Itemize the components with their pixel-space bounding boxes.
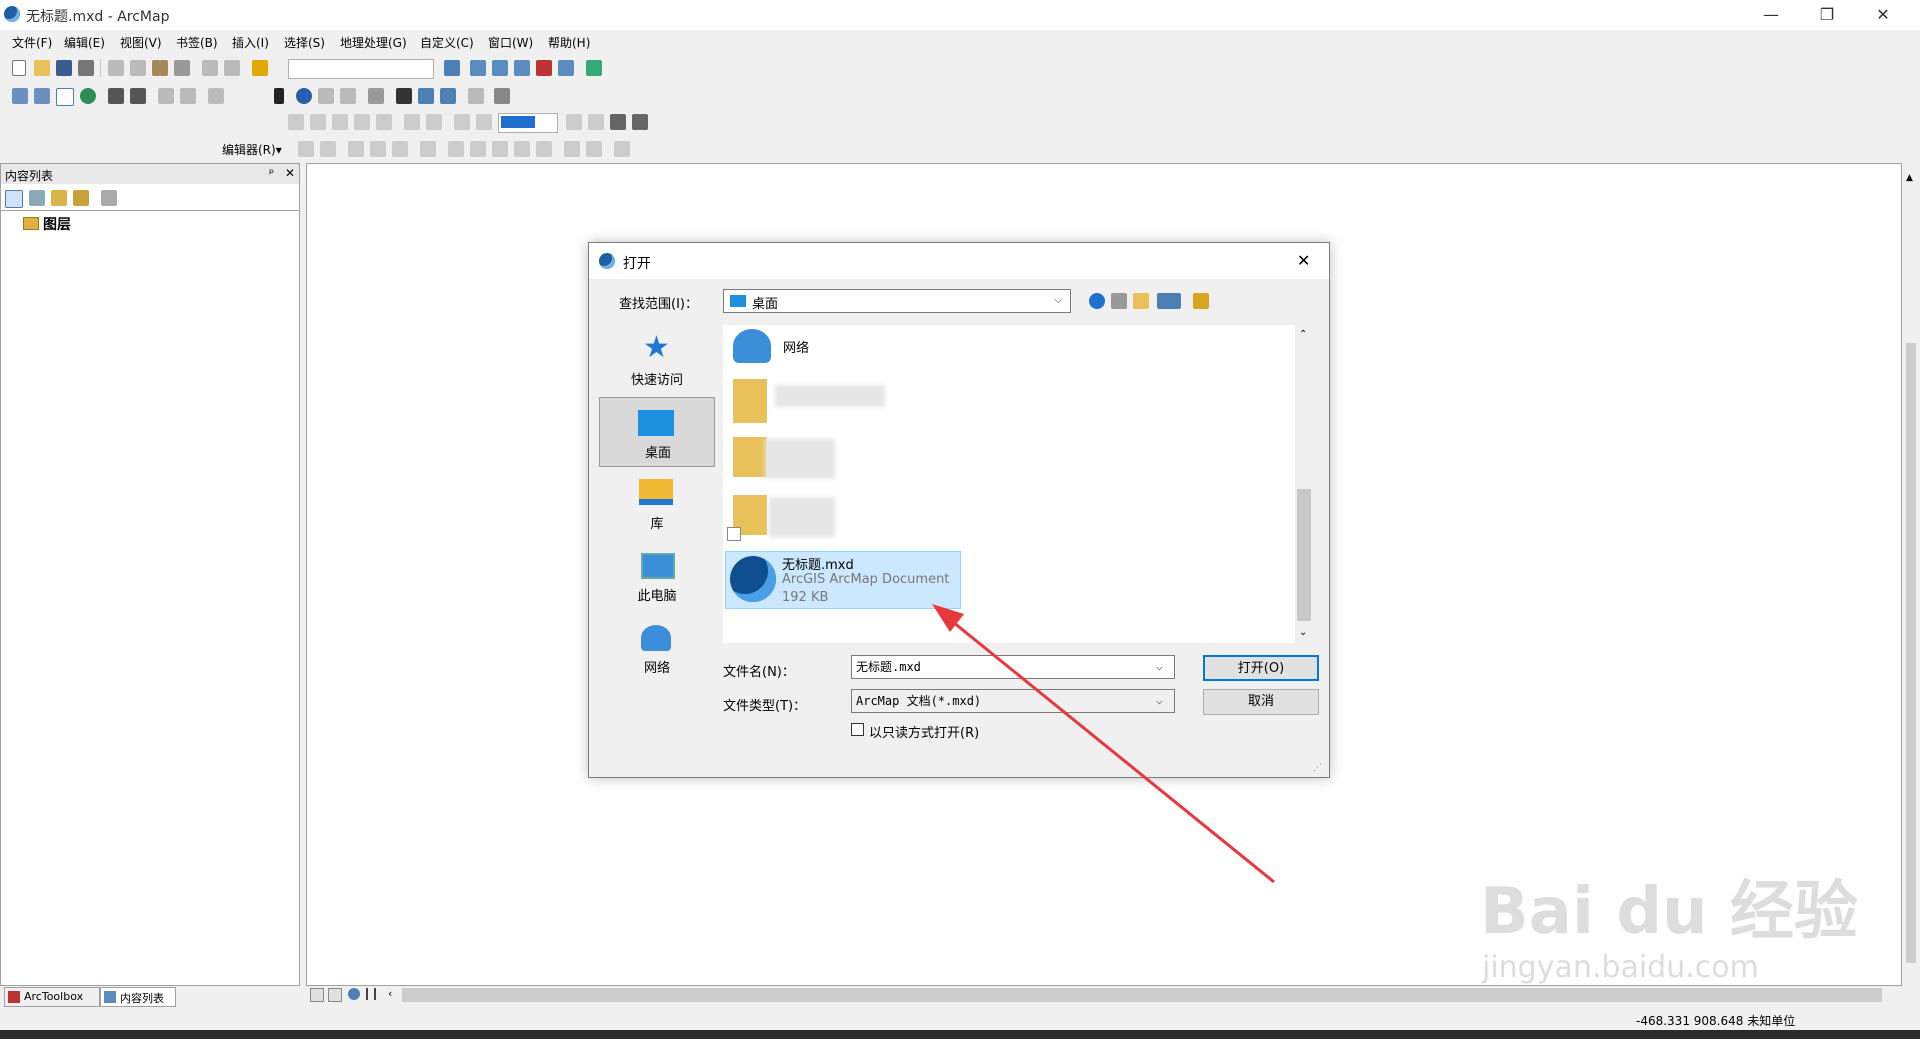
baidu-watermark: Bai du 经验 jingyan.baidu.com [1470,840,1858,1000]
watermark-url: jingyan.baidu.com [1482,950,1759,985]
watermark-brand: Bai du 经验 [1480,875,1858,949]
red-arrow-line [947,616,1275,884]
